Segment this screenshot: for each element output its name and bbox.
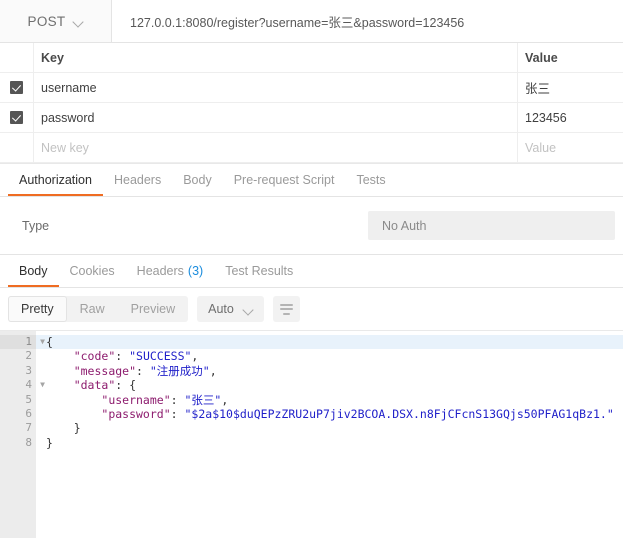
table-row: password 123456 [0, 103, 623, 133]
view-mode-segmented-control: Pretty Raw Preview [8, 296, 189, 322]
line-number: 8 [25, 435, 32, 449]
line-number-gutter: 1 ▼ 2 3 4 ▼ 5 6 7 8 [0, 331, 45, 538]
line-number: 7 [25, 421, 32, 435]
table-row-new: New key Value [0, 133, 623, 163]
header-checkbox-cell [0, 43, 34, 72]
tab-test-results-label: Test Results [225, 264, 294, 278]
row-enable-checkbox-cell[interactable] [0, 73, 34, 102]
line-number: 6 [25, 406, 32, 420]
view-mode-preview[interactable]: Preview [118, 296, 188, 322]
tab-response-body[interactable]: Body [8, 255, 59, 287]
checkbox-icon[interactable] [10, 81, 23, 94]
tab-response-headers[interactable]: Headers (3) [126, 255, 215, 287]
line-number: 3 [25, 363, 32, 377]
authorization-pane: Type No Auth [0, 197, 623, 255]
response-body-viewer: 1 ▼ 2 3 4 ▼ 5 6 7 8 { "code": "SUCCESS", "message… [0, 331, 623, 538]
tab-body[interactable]: Body [172, 164, 223, 196]
tab-response-body-label: Body [19, 264, 48, 278]
chevron-down-icon [74, 17, 83, 26]
tab-response-cookies[interactable]: Cookies [59, 255, 126, 287]
column-header-key: Key [34, 43, 518, 72]
tab-authorization[interactable]: Authorization [8, 164, 103, 196]
table-header-row: Key Value [0, 43, 623, 73]
new-param-key-input[interactable]: New key [34, 133, 518, 162]
word-wrap-icon[interactable] [272, 296, 300, 322]
param-value-input[interactable]: 张三 [518, 73, 623, 102]
fold-toggle-icon[interactable]: ▼ [36, 378, 45, 392]
code-line: "password": "$2a$10$duQEPzZRU2uP7jiv2BCO… [101, 406, 614, 421]
tab-tests[interactable]: Tests [345, 164, 396, 196]
line-number: 4 ▼ [25, 378, 45, 392]
line-number-empty [0, 465, 36, 479]
http-method-selector[interactable]: POST [0, 0, 112, 42]
table-row: username 张三 [0, 73, 623, 103]
tab-response-cookies-label: Cookies [69, 264, 115, 278]
url-bar: POST 127.0.0.1:8080/register?username=张三… [0, 0, 623, 43]
new-param-value-input[interactable]: Value [518, 133, 623, 162]
new-row-checkbox-cell [0, 133, 34, 162]
column-header-value: Value [525, 50, 558, 65]
code-line: "data": { [73, 378, 137, 393]
line-number-empty [0, 450, 36, 464]
view-mode-raw[interactable]: Raw [67, 296, 118, 322]
postman-request-response-pane: POST 127.0.0.1:8080/register?username=张三… [0, 0, 623, 538]
auth-type-dropdown[interactable]: No Auth [368, 211, 615, 240]
row-enable-checkbox-cell[interactable] [0, 103, 34, 132]
line-number: 2 [25, 349, 32, 363]
fold-toggle-icon[interactable]: ▼ [36, 335, 45, 349]
line-number: 5 [25, 392, 32, 406]
param-value-input[interactable]: 123456 [518, 103, 623, 132]
chevron-down-icon [244, 305, 253, 314]
param-key-input[interactable]: username [34, 73, 518, 102]
response-format-toolbar: Pretty Raw Preview Auto [0, 288, 623, 331]
tab-pre-request-script[interactable]: Pre-request Script [223, 164, 346, 196]
tab-test-results[interactable]: Test Results [214, 255, 304, 287]
request-url-input[interactable]: 127.0.0.1:8080/register?username=张三&pass… [112, 0, 623, 42]
tab-response-headers-label: Headers [136, 264, 184, 278]
request-tab-bar: Authorization Headers Body Pre-request S… [0, 164, 623, 197]
tab-headers[interactable]: Headers [103, 164, 172, 196]
http-method-label: POST [27, 13, 66, 29]
response-body-code[interactable]: { "code": "SUCCESS", "message": "注册成功", … [36, 331, 623, 538]
code-line: "message": "注册成功", [73, 363, 217, 378]
query-params-table: Key Value username 张三 password 123456 Ne… [0, 43, 623, 164]
code-line: "code": "SUCCESS", [73, 349, 199, 364]
line-number: 1 ▼ [0, 335, 45, 350]
line-number-empty [0, 479, 36, 493]
language-dropdown-label: Auto [208, 302, 234, 316]
language-dropdown[interactable]: Auto [197, 296, 264, 322]
code-line: } [46, 435, 53, 450]
view-mode-pretty[interactable]: Pretty [8, 296, 67, 322]
code-line: } [73, 421, 81, 436]
auth-type-label: Type [22, 218, 50, 233]
checkbox-icon[interactable] [10, 111, 23, 124]
code-line: "username": "张三", [101, 392, 229, 407]
response-tab-bar: Body Cookies Headers (3) Test Results [0, 255, 623, 288]
code-line: { [36, 335, 623, 350]
headers-count-badge: (3) [187, 264, 204, 278]
param-key-input[interactable]: password [34, 103, 518, 132]
